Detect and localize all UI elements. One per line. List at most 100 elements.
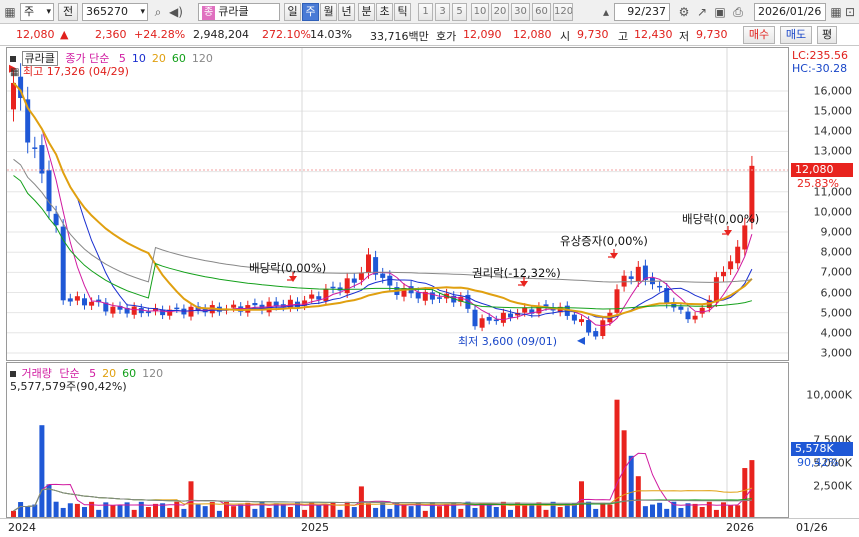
candle-body [579, 319, 584, 323]
prev-button[interactable]: 전 [58, 3, 78, 21]
sell-button[interactable]: 매도 [780, 26, 812, 44]
volume-bar [728, 505, 734, 517]
interval-button-2[interactable]: 5 [452, 3, 467, 21]
interval-button-0[interactable]: 1 [418, 3, 433, 21]
candle-body [316, 296, 322, 300]
ask-price: 12,080 [513, 28, 552, 41]
eval-button[interactable]: 평 [817, 26, 837, 44]
interval-button-3[interactable]: 10 [471, 3, 489, 21]
print-icon[interactable]: ⎙ [730, 4, 746, 20]
volume-bar [216, 510, 222, 517]
period-tab-6[interactable]: 틱 [394, 3, 411, 21]
candle-body [472, 309, 478, 327]
volume-bar [316, 505, 322, 517]
bid-label: 호가 [436, 30, 457, 43]
buy-button[interactable]: 매수 [743, 26, 775, 44]
candle-body [174, 307, 180, 310]
volume-bar [280, 503, 286, 517]
bar-count-field[interactable]: 92/237 [614, 3, 670, 21]
stock-name-field[interactable]: 종 큐라클 [198, 3, 280, 21]
candle-body [628, 276, 634, 279]
volume-bar [437, 506, 442, 517]
price-change-pct: +24.28% [134, 28, 186, 41]
volume-bar [138, 501, 144, 517]
period-tab-5[interactable]: 초 [376, 3, 393, 21]
interval-button-4[interactable]: 20 [491, 3, 509, 21]
draw-line-icon[interactable]: ↗ [694, 4, 710, 20]
candle-body [508, 313, 513, 318]
volume-bar [408, 506, 414, 517]
x-axis-last-date: 01/26 [796, 521, 828, 534]
period-tab-1[interactable]: 주 [302, 3, 319, 21]
interval-button-6[interactable]: 60 [532, 3, 551, 21]
lock-icon[interactable]: ⊡ [842, 4, 858, 20]
volume-bar [11, 510, 16, 517]
volume-bar [287, 507, 293, 517]
period-tab-0[interactable]: 일 [284, 3, 301, 21]
moving-average-line-120 [13, 158, 752, 283]
save-icon[interactable]: ▣ [712, 4, 728, 20]
volume-bar [564, 503, 570, 517]
candle-body [685, 311, 691, 320]
search-icon[interactable]: ⌕ [150, 4, 166, 20]
panel-marker-icon [10, 56, 16, 62]
volume-bar [635, 476, 641, 517]
step-up-icon[interactable]: ▴ [598, 4, 614, 20]
candle-body [74, 296, 80, 301]
volume-bar [202, 506, 208, 517]
candle-body [358, 272, 364, 280]
period-tab-2[interactable]: 월 [320, 3, 337, 21]
price-tick-label: 6,000 [820, 286, 853, 299]
volume-bar [628, 455, 634, 517]
candle-body [387, 275, 393, 286]
stock-code-input[interactable]: 365270 ▾ [82, 3, 148, 21]
volume-bar [699, 507, 705, 517]
sound-icon[interactable]: ◀) [168, 4, 184, 20]
interval-button-7[interactable]: 120 [553, 3, 573, 21]
price-chart-canvas[interactable] [7, 48, 788, 360]
candle-body [657, 285, 663, 288]
stock-name: 큐라클 [218, 5, 249, 18]
grid-menu-icon[interactable]: ▦ [2, 4, 18, 20]
volume-bar [67, 503, 73, 517]
event-arrow-head [289, 276, 297, 282]
volume-bar [735, 505, 741, 517]
chart-settings-icon[interactable]: ⚙ [676, 4, 692, 20]
hc-label: HC:-30.28 [792, 62, 848, 75]
period-tab-4[interactable]: 분 [358, 3, 375, 21]
volume-tick-label: 2,500K [813, 479, 852, 493]
current-price: 12,080 [16, 28, 55, 41]
price-chart-panel[interactable] [6, 47, 789, 361]
volume-bar [678, 507, 684, 517]
stock-code-value: 365270 [86, 5, 128, 18]
chevron-down-icon: ▾ [140, 7, 145, 17]
bid-price: 12,090 [463, 28, 502, 41]
market-select[interactable]: 주 ▾ [20, 3, 54, 21]
interval-button-5[interactable]: 30 [511, 3, 530, 21]
volume-bar [131, 509, 137, 517]
volume-bar [25, 506, 31, 517]
interval-button-1[interactable]: 3 [435, 3, 450, 21]
period-tab-3[interactable]: 년 [338, 3, 355, 21]
price-tick-label: 7,000 [820, 265, 853, 279]
price-ma-legend-3: 60 [171, 52, 186, 65]
price-y-axis: LC:235.56 HC:-30.28 16,000 15,000 14,000 13… [790, 47, 856, 361]
candle-body [380, 273, 386, 278]
current-volume-pct: 90,42% [797, 456, 839, 469]
volume-bar [252, 508, 258, 517]
price-ma-legend-2: 20 [151, 52, 166, 65]
date-field[interactable]: 2026/01/26 [754, 3, 826, 21]
candle-body [351, 278, 357, 283]
candle-body [678, 306, 684, 310]
chart-event-annotation: 유상증자(0,00%) [560, 234, 648, 248]
open-price: 9,730 [577, 28, 609, 41]
volume-bar [373, 507, 379, 517]
volume-tick-label: 10,000K [806, 388, 852, 402]
volume-bar [110, 505, 116, 517]
candle-body [330, 286, 336, 289]
volume-bar [74, 503, 80, 517]
volume-bar [82, 507, 87, 517]
price-tick-label: 15,000 [813, 104, 853, 118]
lc-label: LC:235.56 [792, 49, 849, 62]
current-price-marker: 12,080 [791, 163, 853, 177]
